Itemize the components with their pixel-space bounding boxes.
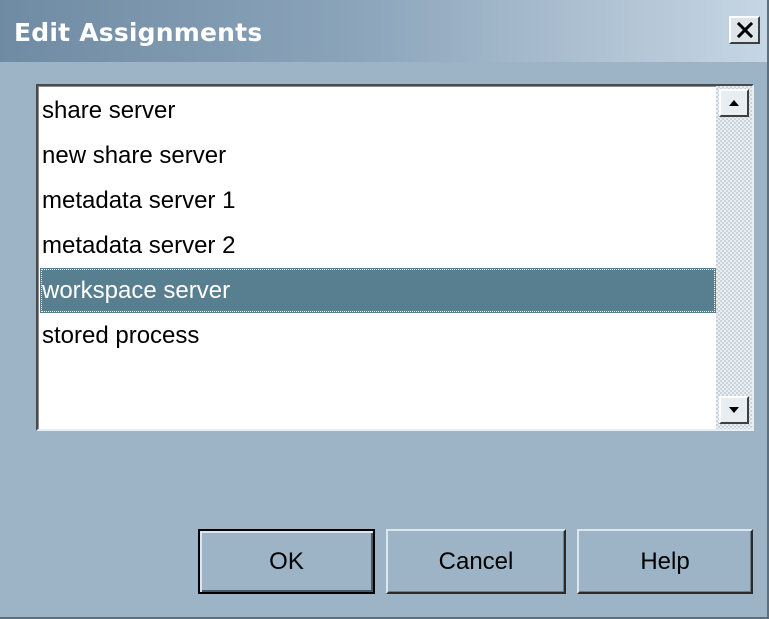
list-item-metadata-server-1[interactable]: metadata server 1 xyxy=(40,178,716,223)
vertical-scrollbar[interactable] xyxy=(716,86,752,429)
close-button[interactable] xyxy=(729,16,760,44)
scroll-up-button[interactable] xyxy=(719,89,749,117)
arrow-up-icon xyxy=(729,100,739,106)
arrow-down-icon xyxy=(729,407,739,413)
help-button[interactable]: Help xyxy=(577,529,753,594)
ok-button[interactable]: OK xyxy=(198,529,375,594)
list-item-stored-process[interactable]: stored process xyxy=(40,313,716,358)
list-item-share-server[interactable]: share server xyxy=(40,88,716,133)
dialog-title: Edit Assignments xyxy=(14,18,263,47)
list-item-metadata-server-2[interactable]: metadata server 2 xyxy=(40,223,716,268)
list-item-new-share-server[interactable]: new share server xyxy=(40,133,716,178)
edit-assignments-dialog: Edit Assignments share server new share … xyxy=(0,0,769,619)
list-item-workspace-server[interactable]: workspace server xyxy=(40,268,716,313)
scroll-down-button[interactable] xyxy=(719,396,749,424)
assignments-list: share server new share server metadata s… xyxy=(40,88,716,358)
assignments-listbox[interactable]: share server new share server metadata s… xyxy=(36,84,754,431)
close-icon xyxy=(736,21,753,39)
title-bar[interactable]: Edit Assignments xyxy=(0,0,767,62)
cancel-button[interactable]: Cancel xyxy=(386,529,566,594)
